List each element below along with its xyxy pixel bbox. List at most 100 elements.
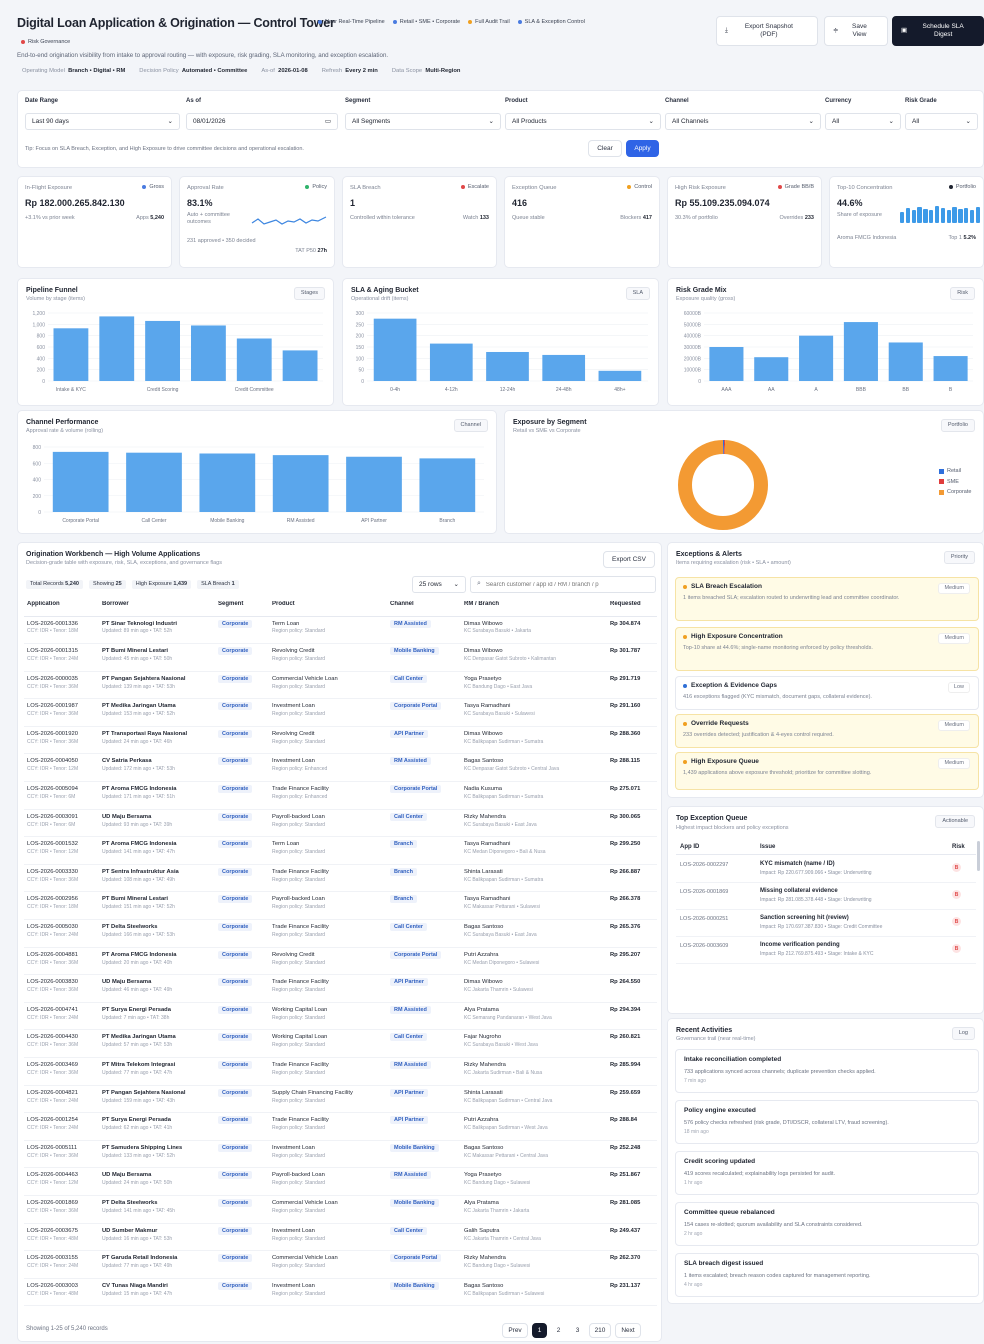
bar[interactable]	[272, 455, 329, 512]
cell-application[interactable]: LOS-2026-0004430 CCY: IDR • Tenor: 36M	[24, 1029, 102, 1058]
table-row[interactable]: LOS-2026-0003469 CCY: IDR • Tenor: 36M PT …	[24, 1057, 657, 1086]
table-row[interactable]: LOS-2026-0003675 CCY: IDR • Tenor: 48M UD …	[24, 1223, 657, 1252]
page-size-select[interactable]: 25 rows ⌄	[412, 576, 466, 593]
alert-item[interactable]: High Exposure Concentration Top-10 share …	[675, 627, 979, 671]
bar[interactable]	[199, 453, 256, 513]
table-row[interactable]: LOS-2026-0001532 CCY: IDR • Tenor: 12M PT …	[24, 836, 657, 865]
cell-application[interactable]: LOS-2026-0004050 CCY: IDR • Tenor: 12M	[24, 753, 102, 783]
bar[interactable]	[53, 328, 89, 381]
bar[interactable]	[486, 351, 529, 381]
table-row[interactable]: LOS-2026-0000035 CCY: IDR • Tenor: 36M PT …	[24, 671, 657, 700]
alert-item[interactable]: Override Requests 233 overrides detected;…	[675, 714, 979, 748]
table-row[interactable]: LOS-2026-0004881 CCY: IDR • Tenor: 36M PT …	[24, 947, 657, 976]
cell-application[interactable]: LOS-2026-0003469 CCY: IDR • Tenor: 36M	[24, 1057, 102, 1086]
schedule-sla-digest-button[interactable]: ▣ Schedule SLA Digest	[892, 16, 984, 46]
cell-application[interactable]: LOS-2026-0001532 CCY: IDR • Tenor: 12M	[24, 836, 102, 865]
date-range-select[interactable]: Last 90 days ⌄	[25, 113, 180, 130]
bar[interactable]	[429, 343, 473, 381]
workbench-search-input[interactable]	[485, 581, 646, 588]
currency-select[interactable]: All ⌄	[825, 113, 901, 130]
bar[interactable]	[888, 342, 923, 381]
clear-button[interactable]: Clear	[588, 140, 622, 157]
activity-item[interactable]: Committee queue rebalanced 154 cases re-s…	[675, 1202, 979, 1246]
table-row[interactable]: LOS-2026-0003091 CCY: IDR • Tenor: 6M UD M…	[24, 809, 657, 838]
export-csv-button[interactable]: Export CSV	[603, 551, 655, 568]
queue-row[interactable]: LOS-2026-0002297 KYC mismatch (name / ID)…	[676, 858, 976, 883]
table-row[interactable]: LOS-2026-0004050 CCY: IDR • Tenor: 12M CV …	[24, 753, 657, 783]
queue-app-id[interactable]: LOS-2026-0003609	[680, 943, 728, 950]
as-of-date-input[interactable]: 08/01/2026 ▭	[186, 113, 338, 130]
table-row[interactable]: LOS-2026-0004741 CCY: IDR • Tenor: 24M PT …	[24, 1002, 657, 1031]
table-row[interactable]: LOS-2026-0001336 CCY: IDR • Tenor: 18M PT …	[24, 616, 657, 645]
table-row[interactable]: LOS-2026-0001869 CCY: IDR • Tenor: 36M PT …	[24, 1195, 657, 1224]
cell-application[interactable]: LOS-2026-0001315 CCY: IDR • Tenor: 24M	[24, 643, 102, 672]
table-row[interactable]: LOS-2026-0003330 CCY: IDR • Tenor: 36M PT …	[24, 864, 657, 893]
cell-application[interactable]: LOS-2026-0001254 CCY: IDR • Tenor: 24M	[24, 1112, 102, 1141]
cell-application[interactable]: LOS-2026-0003675 CCY: IDR • Tenor: 48M	[24, 1223, 102, 1252]
cell-application[interactable]: LOS-2026-0005094 CCY: IDR • Tenor: 6M	[24, 781, 102, 810]
bar[interactable]	[346, 456, 402, 512]
donut-slice[interactable]	[678, 440, 768, 530]
col-product[interactable]: Product	[272, 601, 390, 616]
col-requested[interactable]: Requested	[610, 601, 657, 616]
save-view-button[interactable]: ≑ Save View	[824, 16, 888, 46]
bar[interactable]	[419, 458, 476, 512]
table-row[interactable]: LOS-2026-0004430 CCY: IDR • Tenor: 36M PT …	[24, 1029, 657, 1058]
cell-application[interactable]: LOS-2026-0001920 CCY: IDR • Tenor: 36M	[24, 726, 102, 755]
cell-application[interactable]: LOS-2026-0003155 CCY: IDR • Tenor: 24M	[24, 1250, 102, 1279]
page-1-button[interactable]: 1	[532, 1323, 547, 1338]
segment-select[interactable]: All Segments ⌄	[345, 113, 501, 130]
workbench-search[interactable]: ⌕	[470, 576, 656, 593]
alert-item[interactable]: SLA Breach Escalation 1 items breached SL…	[675, 577, 979, 621]
queue-app-id[interactable]: LOS-2026-0001869	[680, 889, 728, 896]
table-row[interactable]: LOS-2026-0005094 CCY: IDR • Tenor: 6M PT A…	[24, 781, 657, 810]
queue-scrollbar[interactable]	[977, 841, 980, 871]
alert-item[interactable]: High Exposure Queue 1,439 applications ab…	[675, 752, 979, 790]
cell-application[interactable]: LOS-2026-0000035 CCY: IDR • Tenor: 36M	[24, 671, 102, 700]
bar[interactable]	[145, 320, 180, 381]
bar[interactable]	[933, 356, 968, 381]
cell-application[interactable]: LOS-2026-0004881 CCY: IDR • Tenor: 36M	[24, 947, 102, 976]
page-2-button[interactable]: 2	[551, 1323, 566, 1338]
export-snapshot-button[interactable]: ⤓ Export Snapshot (PDF)	[716, 16, 818, 46]
cell-application[interactable]: LOS-2026-0004821 CCY: IDR • Tenor: 24M	[24, 1085, 102, 1114]
activity-item[interactable]: SLA breach digest issued 1 items escalate…	[675, 1253, 979, 1297]
table-row[interactable]: LOS-2026-0004463 CCY: IDR • Tenor: 12M UD …	[24, 1167, 657, 1196]
col-segment[interactable]: Segment	[218, 601, 272, 616]
cell-application[interactable]: LOS-2026-0003091 CCY: IDR • Tenor: 6M	[24, 809, 102, 838]
risk-grade-select[interactable]: All ⌄	[905, 113, 978, 130]
table-row[interactable]: LOS-2026-0001315 CCY: IDR • Tenor: 24M PT …	[24, 643, 657, 672]
table-row[interactable]: LOS-2026-0004821 CCY: IDR • Tenor: 24M PT …	[24, 1085, 657, 1114]
cell-application[interactable]: LOS-2026-0002956 CCY: IDR • Tenor: 18M	[24, 891, 102, 921]
next-page-button[interactable]: Next	[615, 1323, 641, 1338]
bar[interactable]	[843, 322, 878, 381]
bar[interactable]	[799, 335, 834, 381]
cell-application[interactable]: LOS-2026-0004463 CCY: IDR • Tenor: 12M	[24, 1167, 102, 1196]
table-row[interactable]: LOS-2026-0001987 CCY: IDR • Tenor: 36M PT …	[24, 698, 657, 727]
cell-application[interactable]: LOS-2026-0003330 CCY: IDR • Tenor: 36M	[24, 864, 102, 893]
page-3-button[interactable]: 3	[570, 1323, 585, 1338]
queue-app-id[interactable]: LOS-2026-0000251	[680, 916, 728, 923]
bar[interactable]	[99, 316, 135, 381]
activity-item[interactable]: Intake reconciliation completed 733 appli…	[675, 1049, 979, 1093]
cell-application[interactable]: LOS-2026-0005030 CCY: IDR • Tenor: 24M	[24, 919, 102, 948]
cell-application[interactable]: LOS-2026-0001336 CCY: IDR • Tenor: 18M	[24, 616, 102, 645]
queue-row[interactable]: LOS-2026-0003609 Income verification pend…	[676, 939, 976, 964]
bar[interactable]	[236, 338, 272, 382]
activity-item[interactable]: Policy engine executed 576 policy checks …	[675, 1100, 979, 1144]
bar[interactable]	[282, 350, 318, 381]
table-row[interactable]: LOS-2026-0003003 CCY: IDR • Tenor: 48M CV …	[24, 1278, 657, 1307]
bar[interactable]	[709, 347, 744, 381]
cell-application[interactable]: LOS-2026-0004741 CCY: IDR • Tenor: 24M	[24, 1002, 102, 1031]
queue-row[interactable]: LOS-2026-0000251 Sanction screening hit (…	[676, 912, 976, 937]
table-row[interactable]: LOS-2026-0005030 CCY: IDR • Tenor: 24M PT …	[24, 919, 657, 948]
cell-application[interactable]: LOS-2026-0001987 CCY: IDR • Tenor: 36M	[24, 698, 102, 727]
channel-select[interactable]: All Channels ⌄	[665, 113, 821, 130]
bar[interactable]	[126, 452, 182, 512]
col-rm-branch[interactable]: RM / Branch	[464, 601, 610, 616]
cell-application[interactable]: LOS-2026-0003003 CCY: IDR • Tenor: 48M	[24, 1278, 102, 1307]
bar[interactable]	[542, 354, 586, 381]
col-channel[interactable]: Channel	[390, 601, 464, 616]
table-row[interactable]: LOS-2026-0003155 CCY: IDR • Tenor: 24M PT …	[24, 1250, 657, 1279]
table-row[interactable]: LOS-2026-0005111 CCY: IDR • Tenor: 36M PT …	[24, 1140, 657, 1169]
